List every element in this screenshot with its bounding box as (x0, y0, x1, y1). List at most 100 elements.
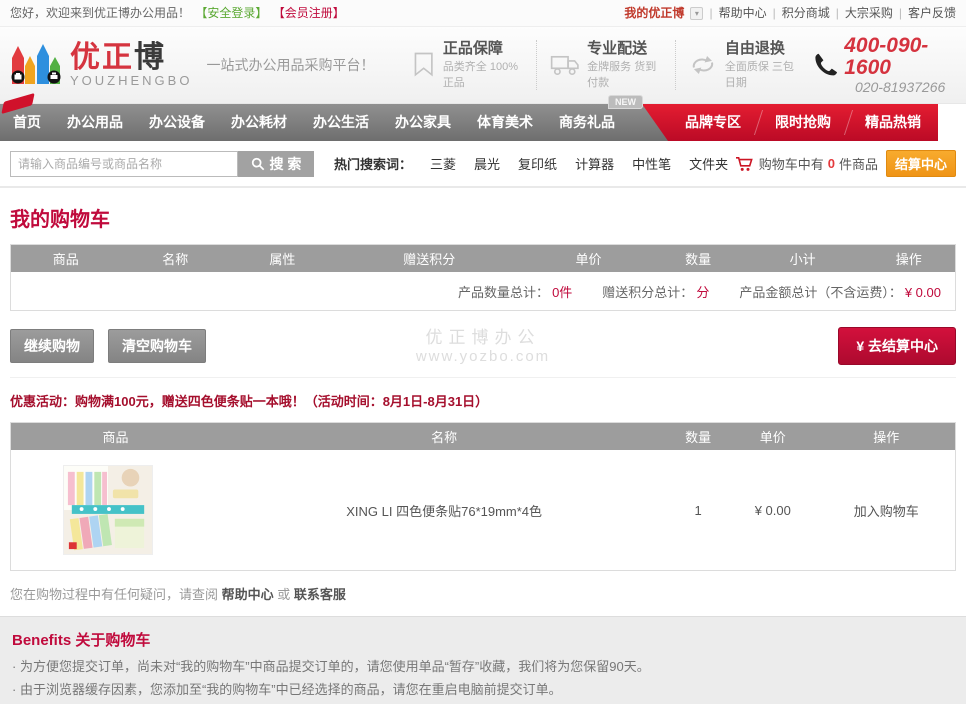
service-subtitle: 全面质保 三包日期 (725, 58, 800, 90)
cart-icon (735, 156, 753, 172)
benefits-title-en: Benefits (12, 632, 71, 649)
cart-table-header: 商品 名称 属性 赠送积分 单价 数量 小计 操作 (11, 245, 955, 272)
hot-word[interactable]: 晨光 (474, 154, 500, 173)
benefit-item: · 为方便您提交订单，尚未对“我的购物车”中商品提交订单的，请您使用单品“暂存”… (12, 655, 954, 678)
col-product: 商品 (11, 427, 220, 446)
topbar-link-points[interactable]: 积分商城 (782, 0, 830, 26)
col-attributes: 属性 (230, 249, 335, 268)
site-header: 优正博 YOUZHENGBO 一站式办公用品采购平台！ 正品保障 品类齐全 10… (0, 27, 966, 104)
ribbon-icon (413, 49, 434, 81)
login-link[interactable]: 【安全登录】 (195, 6, 267, 20)
hot-word[interactable]: 中性笔 (632, 154, 671, 173)
benefits-title-cn: 关于购物车 (75, 632, 150, 649)
my-account-link[interactable]: 我的优正博 (624, 0, 684, 26)
exchange-icon (689, 50, 717, 80)
welcome-text: 您好，欢迎来到优正博办公用品！ (10, 6, 190, 20)
empty-cart-button[interactable]: 清空购物车 (108, 329, 206, 363)
register-link[interactable]: 【会员注册】 (273, 6, 345, 20)
logo-cn-dark: 博 (134, 41, 166, 74)
service-title: 自由退换 (725, 40, 800, 58)
cart-actions: 优正博办公 www.yozbo.com 继续购物 清空购物车 ¥ 去结算中心 (10, 327, 956, 365)
mini-cart: 购物车中有 0 件商品 结算中心 (735, 150, 956, 177)
chevron-down-icon[interactable]: ▾ (690, 7, 703, 20)
cart-totals: 产品数量总计：0件 赠送积分总计：分 产品金额总计（不含运费）：¥ 0.00 (11, 272, 955, 310)
service-badges: 正品保障 品类齐全 100%正品 专业配送 金牌服务 货到付款 (400, 40, 812, 90)
product-image-cell (11, 465, 220, 555)
hot-word[interactable]: 复印纸 (518, 154, 557, 173)
nav-hot-zone: 品牌专区 限时抢购 精品热销 (642, 104, 938, 141)
col-points: 赠送积分 (335, 249, 524, 268)
logo-en: YOUZHENGBO (70, 73, 192, 88)
search-input[interactable] (10, 151, 238, 177)
hot-search-label: 热门搜索词： (334, 154, 412, 173)
nav-item-life[interactable]: 办公生活 (300, 104, 382, 141)
help-prefix: 您在购物过程中有任何疑问，请查阅 (10, 587, 218, 602)
col-product: 商品 (11, 249, 121, 268)
gift-product-name[interactable]: XING LI 四色便条贴76*19mm*4色 (220, 501, 668, 520)
nav-item-best-sellers[interactable]: 精品热销 (848, 104, 938, 141)
go-checkout-button[interactable]: ¥ 去结算中心 (838, 327, 956, 365)
main-nav-wrap: NEW 首页 办公用品 办公设备 办公耗材 办公生活 办公家具 体育美术 商务礼… (0, 104, 966, 141)
separator: | (709, 0, 712, 26)
search-icon (251, 157, 265, 171)
hotline: 400-090-1600 020-81937266 (813, 35, 956, 95)
nav-item-supplies[interactable]: 办公用品 (54, 104, 136, 141)
nav-item-brands[interactable]: 品牌专区 (668, 104, 758, 141)
hot-word[interactable]: 文件夹 (689, 154, 728, 173)
logo-text: 优正博 YOUZHENGBO (70, 43, 192, 88)
search-button[interactable]: 搜 索 (238, 151, 314, 177)
phone-alt: 020-81937266 (844, 79, 956, 95)
service-subtitle: 金牌服务 货到付款 (587, 58, 662, 90)
contact-support-link[interactable]: 联系客服 (294, 587, 346, 602)
topbar-link-feedback[interactable]: 客户反馈 (908, 0, 956, 26)
site-tagline: 一站式办公用品采购平台！ (206, 55, 374, 75)
table-row: XING LI 四色便条贴76*19mm*4色 1 ¥ 0.00 加入购物车 (11, 450, 955, 570)
col-subtotal: 小计 (743, 249, 863, 268)
col-unit-price: 单价 (728, 427, 818, 446)
cart-count: 0 (828, 156, 835, 171)
phone-main: 400-090-1600 (844, 35, 956, 79)
product-image[interactable] (63, 465, 153, 555)
nav-item-furniture[interactable]: 办公家具 (382, 104, 464, 141)
add-to-cart-link[interactable]: 加入购物车 (854, 504, 919, 519)
main-nav: 首页 办公用品 办公设备 办公耗材 办公生活 办公家具 体育美术 商务礼品 品牌… (0, 104, 938, 141)
separator: | (899, 0, 902, 26)
help-center-link[interactable]: 帮助中心 (222, 587, 274, 602)
nav-item-gifts[interactable]: 商务礼品 (546, 104, 628, 141)
nav-item-sports[interactable]: 体育美术 (464, 104, 546, 141)
page-title: 我的购物车 (10, 203, 956, 232)
topbar-right: 我的优正博 ▾ | 帮助中心 | 积分商城 | 大宗采购 | 客户反馈 (624, 0, 956, 26)
logo[interactable]: 优正博 YOUZHENGBO (10, 40, 192, 90)
total-amount: 产品金额总计（不含运费）：¥ 0.00 (739, 282, 941, 301)
gift-quantity: 1 (668, 503, 728, 518)
col-actions: 操作 (862, 249, 955, 268)
col-quantity: 数量 (668, 427, 728, 446)
nav-item-flash-sale[interactable]: 限时抢购 (758, 104, 848, 141)
cart-text-suffix: 件商品 (839, 154, 878, 173)
col-actions: 操作 (818, 427, 955, 446)
nav-item-equipment[interactable]: 办公设备 (136, 104, 218, 141)
col-name: 名称 (220, 427, 668, 446)
divider (10, 377, 956, 378)
nav-item-consumables[interactable]: 办公耗材 (218, 104, 300, 141)
topbar-link-bulk[interactable]: 大宗采购 (845, 0, 893, 26)
promo-banner: 优惠活动：购物满100元，赠送四色便条贴一本哦！（活动时间：8月1日-8月31日… (10, 391, 956, 410)
hot-word[interactable]: 三菱 (430, 154, 456, 173)
logo-cn: 优正博 (70, 43, 192, 73)
benefits-title: Benefits 关于购物车 (12, 629, 954, 650)
search-button-label: 搜 索 (270, 154, 302, 174)
pencils-logo-icon (10, 40, 62, 90)
gift-table-header: 商品 名称 数量 单价 操作 (11, 423, 955, 450)
service-authentic: 正品保障 品类齐全 100%正品 (400, 40, 535, 90)
cart-table: 商品 名称 属性 赠送积分 单价 数量 小计 操作 产品数量总计：0件 赠送积分… (10, 244, 956, 311)
hot-word[interactable]: 计算器 (575, 154, 614, 173)
col-unit-price: 单价 (524, 249, 653, 268)
continue-shopping-button[interactable]: 继续购物 (10, 329, 94, 363)
separator: | (773, 0, 776, 26)
topbar: 您好，欢迎来到优正博办公用品！ 【安全登录】 【会员注册】 我的优正博 ▾ | … (0, 0, 966, 27)
checkout-center-button[interactable]: 结算中心 (886, 150, 956, 177)
topbar-link-help[interactable]: 帮助中心 (719, 0, 767, 26)
cart-text-prefix: 购物车中有 (759, 154, 824, 173)
service-subtitle: 品类齐全 100%正品 (443, 58, 523, 90)
service-title: 正品保障 (443, 40, 523, 58)
